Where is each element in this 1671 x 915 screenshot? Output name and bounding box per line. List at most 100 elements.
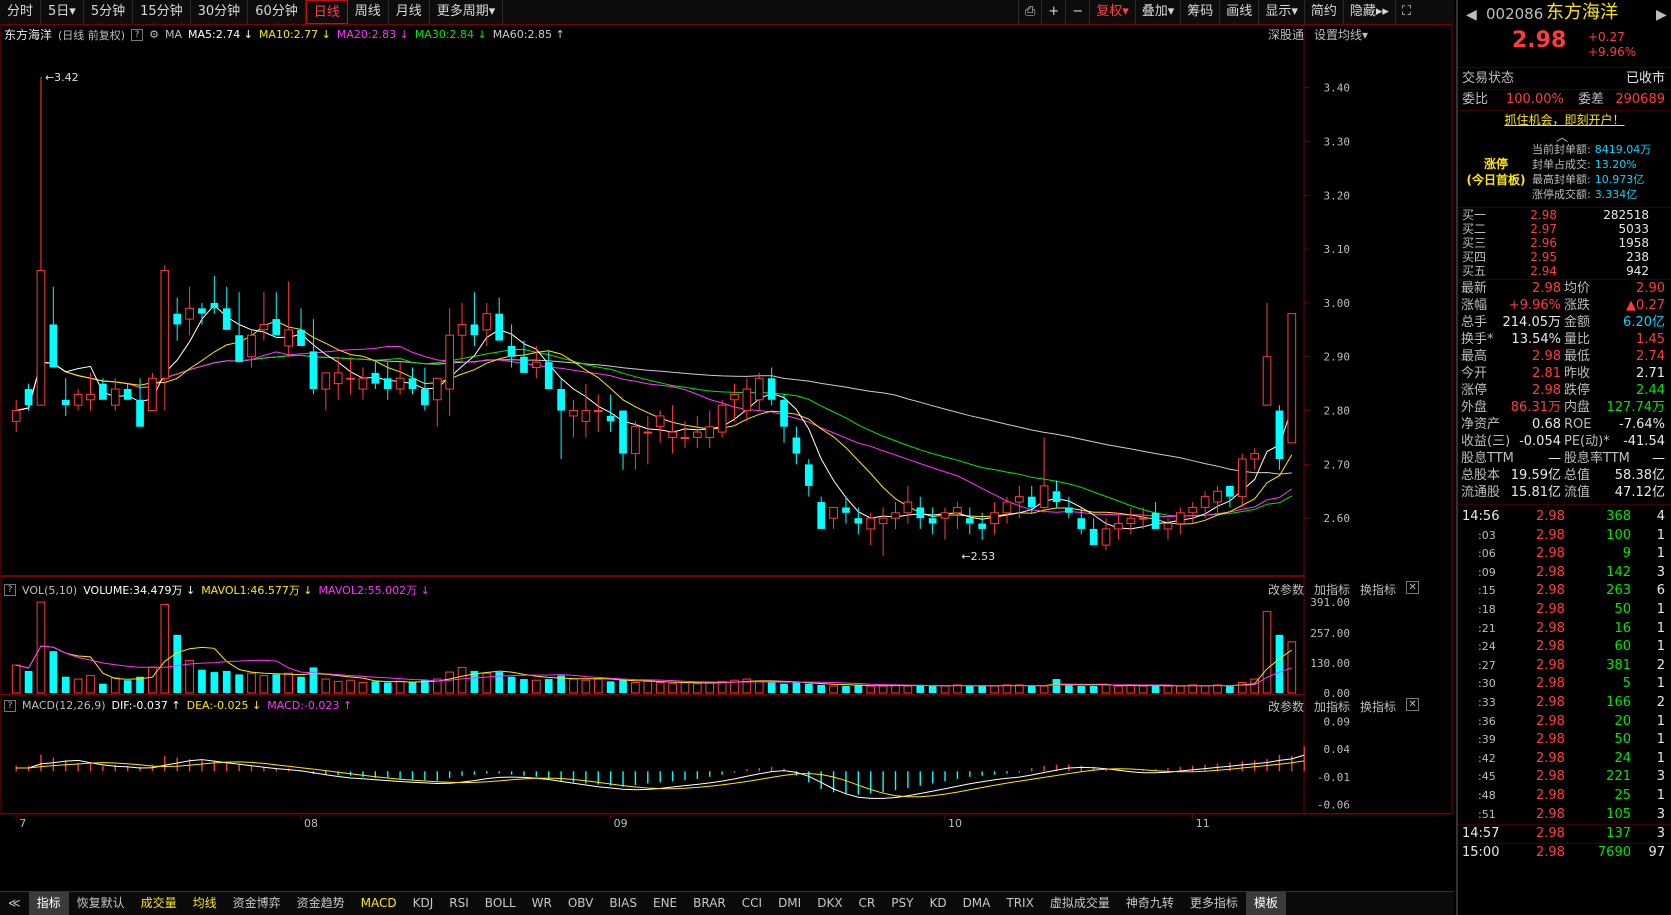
edit-params-button[interactable]: 改参数 [1268, 581, 1304, 598]
indicator-tab[interactable]: RSI [441, 892, 477, 915]
tick-volume: 166 [1606, 694, 1631, 710]
indicator-tab[interactable]: BOLL [477, 892, 524, 915]
x-tick-label: 7 [19, 817, 26, 830]
stat-value: 127.74万 [1606, 400, 1666, 415]
period-button[interactable]: 5日▾ [41, 0, 84, 24]
switch-indicator-button[interactable]: 换指标 [1360, 581, 1396, 598]
kline-chart-area[interactable]: 3.40 3.30 3.20 3.10 3.00 2.90 2.80 2.70 2.60 391.… [0, 24, 1454, 891]
period-button[interactable]: 60分钟 [248, 0, 306, 24]
limit-info: 当前封单额: 8419.04万 封单占成交: 13.20% 最高封单额: 10.973亿涨… [1532, 142, 1671, 202]
indicator-tab[interactable]: TRIX [998, 892, 1041, 915]
help-icon[interactable]: ? [4, 584, 16, 596]
indicator-tab[interactable]: 均线 [185, 892, 225, 915]
ad-banner[interactable]: 抓住机会，即刻开户！ [1458, 112, 1671, 129]
set-ma-button[interactable]: 设置均线▾ [1314, 26, 1368, 43]
tick-volume: 50 [1614, 601, 1631, 617]
macd-panel-buttons: 改参数 加指标 换指标 ✕ [1268, 698, 1420, 715]
tick-count: 1 [1656, 676, 1665, 692]
tick-count: 2 [1656, 657, 1665, 673]
period-button[interactable]: 5分钟 [84, 0, 134, 24]
help-icon[interactable]: ? [131, 28, 144, 41]
indicator-tab[interactable]: DMA [955, 892, 999, 915]
kline-chart-svg[interactable]: 3.40 3.30 3.20 3.10 3.00 2.90 2.80 2.70 2.60 391.… [0, 24, 1454, 891]
prev-stock-icon[interactable]: ◀ [1466, 7, 1477, 24]
close-icon[interactable]: ✕ [1406, 698, 1420, 711]
price-tick-label: 3.20 [1324, 189, 1351, 202]
tool-button[interactable]: 筹码 [1180, 0, 1219, 24]
zoom-in-icon[interactable]: + [1041, 0, 1065, 24]
gear-icon[interactable]: ⚙ [149, 28, 159, 41]
indicator-tab[interactable]: 更多指标 [1182, 892, 1246, 915]
indicator-tab[interactable]: 指标 [28, 892, 69, 915]
indicator-tab[interactable]: 资金趋势 [289, 892, 353, 915]
next-stock-icon[interactable]: ▶ [1656, 7, 1667, 24]
candle-body [198, 308, 206, 314]
period-button[interactable]: 月线 [389, 0, 430, 24]
volume-bar [210, 672, 219, 693]
volume-bar [61, 676, 70, 693]
tool-button[interactable]: 简约 [1303, 0, 1343, 24]
fullscreen-icon[interactable]: ⛶ [1394, 0, 1417, 24]
indicator-tab[interactable]: MACD [353, 892, 405, 915]
period-button[interactable]: 15分钟 [133, 0, 191, 24]
add-indicator-button[interactable]: 加指标 [1314, 698, 1350, 715]
indicator-tab[interactable]: DMI [770, 892, 809, 915]
indicator-tab[interactable]: CCI [734, 892, 770, 915]
indicator-tab[interactable]: DKX [809, 892, 850, 915]
indicator-tab[interactable]: 成交量 [133, 892, 185, 915]
tool-button[interactable]: 显示▾ [1258, 0, 1304, 24]
tick-volume: 105 [1606, 806, 1631, 822]
period-button[interactable]: 日线 [305, 0, 348, 24]
ad-text[interactable]: 抓住机会，即刻开户！ [1504, 113, 1624, 127]
legend-stock-name[interactable]: 东方海洋 [4, 26, 52, 43]
zoom-out-icon[interactable]: − [1065, 0, 1089, 24]
switch-indicator-button[interactable]: 换指标 [1360, 698, 1396, 715]
stat-value: ▲0.27 [1626, 298, 1665, 313]
help-icon[interactable]: ? [4, 699, 16, 712]
edit-params-button[interactable]: 改参数 [1268, 698, 1304, 715]
indicator-tab[interactable]: 神奇九转 [1118, 892, 1182, 915]
candle-body [1237, 458, 1247, 498]
hk-connect-button[interactable]: 深股通 [1268, 26, 1304, 43]
period-button[interactable]: 30分钟 [191, 0, 249, 24]
indicator-tab[interactable]: 虚拟成交量 [1042, 892, 1118, 915]
tool-button[interactable]: 画线 [1219, 0, 1258, 24]
indicator-tab[interactable]: OBV [560, 892, 602, 915]
period-button[interactable]: 分时 [0, 0, 42, 24]
screenshot-icon[interactable]: ⎙ [1018, 0, 1041, 24]
indicator-tab[interactable]: ENE [645, 892, 685, 915]
scroll-left-icon[interactable]: ≪ [0, 892, 29, 915]
indicator-tab[interactable]: KD [921, 892, 954, 915]
candle-body [247, 334, 256, 358]
indicator-tab[interactable]: 模板 [1245, 892, 1286, 915]
limit-row-label: 封单占成交: [1532, 158, 1591, 171]
candle-body [680, 436, 690, 439]
bid-price: 2.94 [1530, 264, 1557, 278]
volume-bar [655, 682, 665, 694]
indicator-tab[interactable]: 恢复默认 [69, 892, 133, 915]
indicator-tab[interactable]: KDJ [405, 892, 442, 915]
tool-button[interactable]: 隐藏▸▸ [1342, 0, 1395, 24]
indicator-tab[interactable]: BRAR [685, 892, 734, 915]
tool-button[interactable]: 叠加▾ [1134, 0, 1181, 24]
indicator-tab[interactable]: WR [524, 892, 560, 915]
candle-body [1188, 506, 1198, 514]
volume-bar [1287, 641, 1297, 694]
volume-bar [73, 678, 83, 694]
stat-row: 总股本 19.59亿 总值 58.38亿 [1458, 467, 1671, 484]
indicator-tab[interactable]: BIAS [601, 892, 645, 915]
indicator-tab[interactable]: CR [851, 892, 884, 915]
tool-toolbar: ⎙ + − 复权▾ 叠加▾ 筹码 画线 显示▾ 简约 隐藏▸▸ ⛶ [1018, 0, 1417, 24]
volume-tick-label: 130.00 [1310, 657, 1350, 670]
indicator-tab[interactable]: 资金博弈 [225, 892, 289, 915]
indicator-tab[interactable]: PSY [883, 892, 921, 915]
tool-button[interactable]: 复权▾ [1089, 0, 1135, 24]
close-icon[interactable]: ✕ [1406, 581, 1420, 594]
period-button[interactable]: 周线 [348, 0, 389, 24]
period-button[interactable]: 更多周期▾ [430, 0, 504, 24]
stat-label: 最低 [1564, 349, 1591, 364]
add-indicator-button[interactable]: 加指标 [1314, 581, 1350, 598]
stat-value: -7.64% [1619, 417, 1665, 432]
volume-bar [928, 686, 937, 693]
tick-time: :30 [1478, 677, 1496, 691]
